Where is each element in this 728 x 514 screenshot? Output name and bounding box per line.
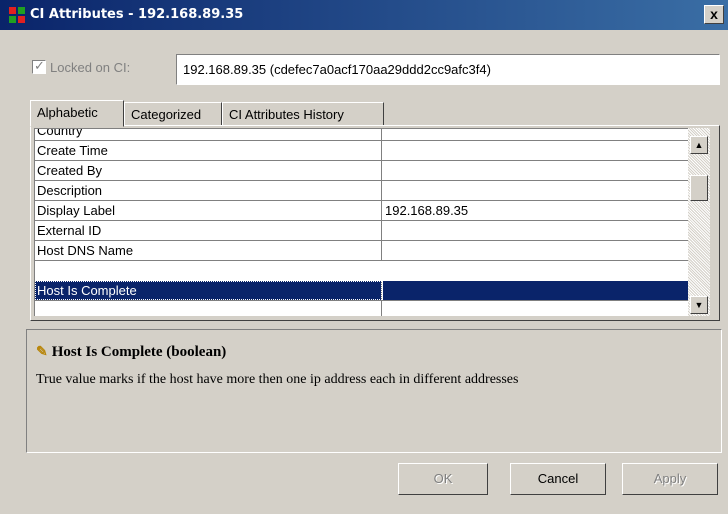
tab-alphabetic[interactable]: Alphabetic	[30, 100, 124, 127]
locked-on-ci-checkbox[interactable]: Locked on CI:	[32, 58, 131, 80]
attribute-value[interactable]	[383, 301, 688, 316]
description-title: ✎ Host Is Complete (boolean)	[36, 344, 226, 361]
attribute-name: Host DNS Name	[35, 241, 382, 260]
apply-button[interactable]: Apply	[622, 463, 718, 495]
table-row-selected[interactable]: Host Is Complete	[35, 281, 688, 301]
attributes-table: Country Create Time Created By Descripti…	[34, 128, 688, 316]
scroll-thumb[interactable]	[690, 175, 708, 201]
tab-categorized[interactable]: Categorized	[124, 102, 222, 126]
table-row[interactable]: Host DNS Name	[35, 241, 688, 261]
attribute-name: Country	[35, 129, 382, 140]
pencil-icon: ✎	[36, 345, 48, 360]
table-row[interactable]: Description	[35, 181, 688, 201]
scroll-down-button[interactable]: ▼	[690, 296, 708, 314]
attribute-name: External ID	[35, 221, 382, 240]
attribute-name: Description	[35, 181, 382, 200]
window-title: CI Attributes - 192.168.89.35	[30, 7, 244, 22]
attribute-name: Create Time	[35, 141, 382, 160]
attribute-value[interactable]	[383, 141, 688, 160]
vertical-scrollbar[interactable]: ▲ ▼	[688, 128, 710, 316]
table-row[interactable]: Display Label 192.168.89.35	[35, 201, 688, 221]
table-row[interactable]: Country	[35, 129, 688, 141]
table-row[interactable]: Created By	[35, 161, 688, 181]
scroll-up-button[interactable]: ▲	[690, 136, 708, 154]
attribute-value[interactable]	[383, 241, 688, 260]
locked-on-ci-label: Locked on CI:	[50, 60, 131, 75]
ci-attributes-icon	[9, 7, 25, 23]
attribute-value[interactable]	[383, 281, 688, 300]
table-row[interactable]	[35, 301, 688, 316]
attribute-value[interactable]	[383, 181, 688, 200]
ci-field[interactable]: 192.168.89.35 (cdefec7a0acf170aa29ddd2cc…	[176, 54, 720, 85]
checkbox-icon	[32, 58, 46, 74]
table-row[interactable]: External ID	[35, 221, 688, 241]
tab-ci-attributes-history[interactable]: CI Attributes History	[222, 102, 384, 126]
cancel-button[interactable]: Cancel	[510, 463, 606, 495]
attribute-name: Display Label	[35, 201, 382, 220]
description-title-text: Host Is Complete (boolean)	[51, 344, 227, 360]
attribute-value[interactable]	[383, 221, 688, 240]
attribute-value[interactable]: 192.168.89.35	[383, 201, 688, 220]
close-button[interactable]: x	[704, 5, 724, 24]
attribute-value[interactable]	[383, 161, 688, 180]
table-row[interactable]: Create Time	[35, 141, 688, 161]
attribute-name	[35, 301, 382, 316]
title-bar: CI Attributes - 192.168.89.35 x	[0, 0, 728, 30]
attribute-name: Host Is Complete	[35, 281, 382, 300]
ok-button[interactable]: OK	[398, 463, 488, 495]
description-text: True value marks if the host have more t…	[36, 372, 519, 387]
attribute-name: Created By	[35, 161, 382, 180]
attribute-value[interactable]	[383, 129, 688, 140]
